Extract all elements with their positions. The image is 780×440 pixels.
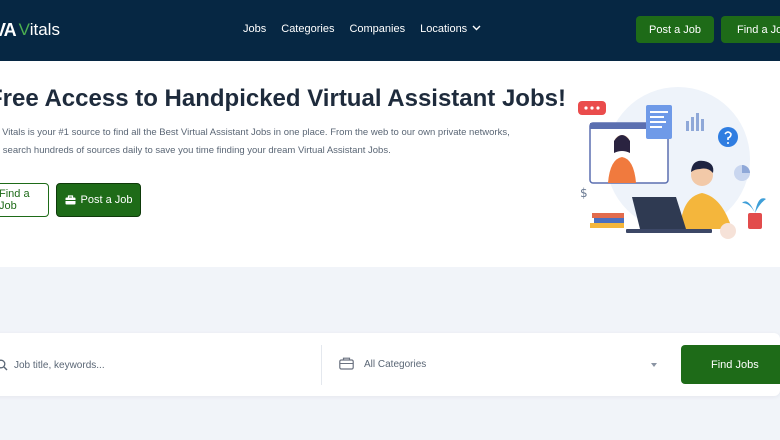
category-select[interactable]: All Categories: [364, 359, 426, 370]
hero-description-line: we search hundreds of sources daily to s…: [0, 145, 391, 156]
hero-description: VA Vitals is your #1 source to find all …: [0, 124, 510, 160]
nav-jobs[interactable]: Jobs: [243, 23, 266, 35]
nav-companies[interactable]: Companies: [349, 23, 405, 35]
logo-text: Vitals: [18, 20, 60, 39]
nav-categories[interactable]: Categories: [281, 23, 334, 35]
nav-locations[interactable]: Locations: [420, 22, 481, 35]
main-nav: Jobs Categories Companies Locations: [243, 22, 496, 35]
hero-description-line: VA Vitals is your #1 source to find all …: [0, 127, 510, 138]
search-icon: [0, 358, 8, 376]
briefcase-icon: [65, 195, 76, 205]
hero-find-job-button[interactable]: Find a Job: [0, 183, 49, 217]
chevron-down-icon: [472, 22, 481, 34]
search-divider: [321, 345, 322, 385]
logo-mark: VA: [0, 19, 17, 40]
hero-post-job-label: Post a Job: [80, 194, 133, 206]
svg-text:$: $: [580, 186, 588, 200]
hero-post-job-button[interactable]: Post a Job: [56, 183, 141, 217]
folder-icon: [339, 357, 354, 375]
site-logo[interactable]: VA Vitals: [0, 18, 60, 42]
chevron-down-icon[interactable]: [651, 363, 657, 367]
hero-section: Free Access to Handpicked Virtual Assist…: [0, 61, 780, 267]
job-search-bar: All Categories Find Jobs: [0, 333, 780, 396]
job-search-input[interactable]: [14, 354, 304, 376]
header-post-job-button[interactable]: Post a Job: [636, 16, 714, 43]
hero-title: Free Access to Handpicked Virtual Assist…: [0, 85, 566, 112]
header-find-job-button[interactable]: Find a Job: [721, 16, 780, 43]
hero-illustration: $: [578, 87, 766, 239]
find-jobs-button[interactable]: Find Jobs: [681, 345, 780, 384]
site-header: VA Vitals Jobs Categories Companies Loca…: [0, 0, 780, 61]
